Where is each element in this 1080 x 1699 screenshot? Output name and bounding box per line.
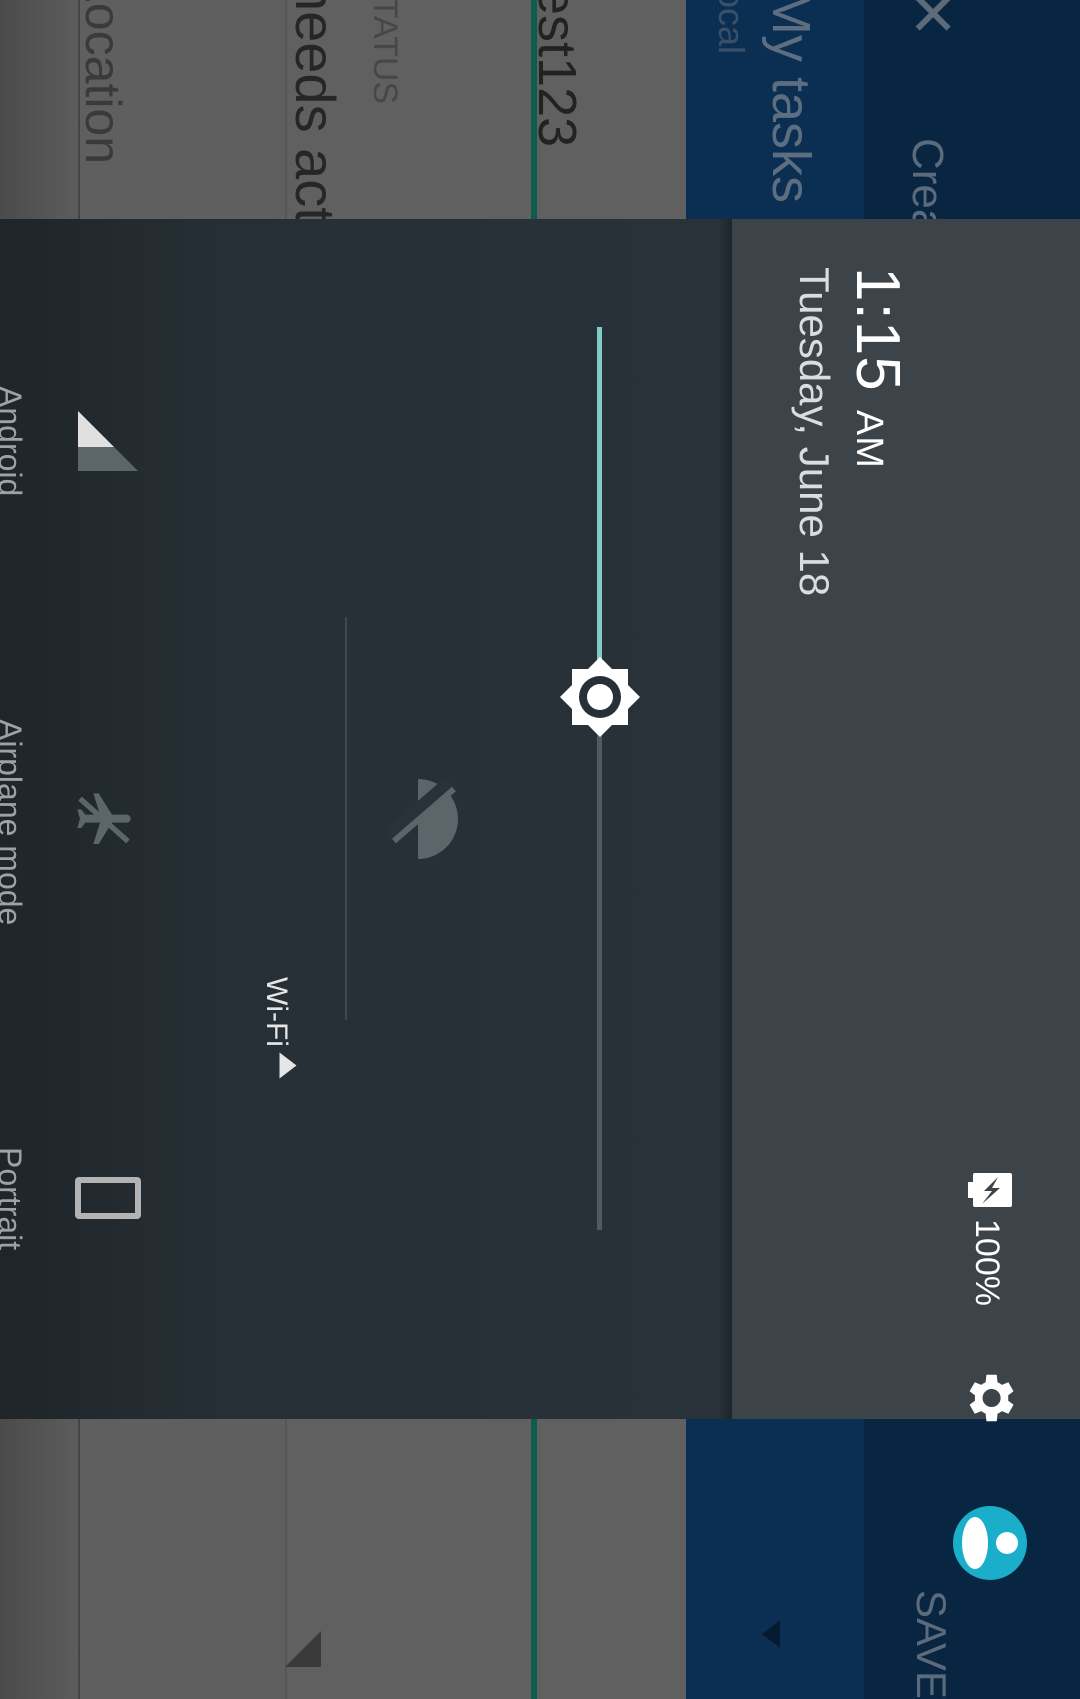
- avatar-icon[interactable]: [953, 1506, 1027, 1580]
- wifi-label[interactable]: Wi-Fi: [259, 977, 293, 1047]
- mobile-label: Android: [0, 386, 28, 497]
- airplane-off-icon[interactable]: [72, 788, 136, 852]
- status-header: STATUS: [366, 0, 404, 105]
- brightness-icon[interactable]: [560, 657, 640, 737]
- tile-divider: [345, 617, 347, 1020]
- brightness-fill: [597, 327, 602, 697]
- dropdown-arrow-icon: [762, 1620, 780, 1648]
- save-button: SAVE: [908, 1590, 955, 1699]
- signal-icon[interactable]: [78, 411, 138, 471]
- user-silhouette-icon: [962, 1517, 1018, 1569]
- rotation-label: Portrait: [0, 1147, 28, 1251]
- close-icon: ✕: [908, 0, 959, 48]
- clock-ampm: AM: [848, 409, 890, 469]
- notification-shade: 1:15 AM Tuesday, June 18 100% Wi-Fi Andr…: [0, 219, 1080, 1580]
- wifi-off-icon[interactable]: [388, 779, 458, 859]
- battery-percent: 100%: [968, 1219, 1006, 1306]
- list-name: My tasks: [761, 0, 821, 204]
- panel-shadow: [718, 219, 732, 1419]
- airplane-label: Airplane mode: [0, 719, 28, 926]
- battery-charging-icon: [968, 1173, 1012, 1207]
- clock[interactable]: 1:15 AM: [842, 267, 913, 469]
- clock-time: 1:15: [843, 267, 912, 392]
- wifi-dropdown-icon[interactable]: [279, 1052, 297, 1079]
- date-label[interactable]: Tuesday, June 18: [790, 267, 838, 596]
- corner-indicator-icon: [285, 1631, 321, 1667]
- location-label: Location: [75, 0, 131, 165]
- gear-icon[interactable]: [958, 1367, 1020, 1429]
- task-title: test123: [527, 0, 587, 148]
- portrait-icon[interactable]: [75, 1177, 141, 1219]
- account-name: local: [711, 0, 752, 55]
